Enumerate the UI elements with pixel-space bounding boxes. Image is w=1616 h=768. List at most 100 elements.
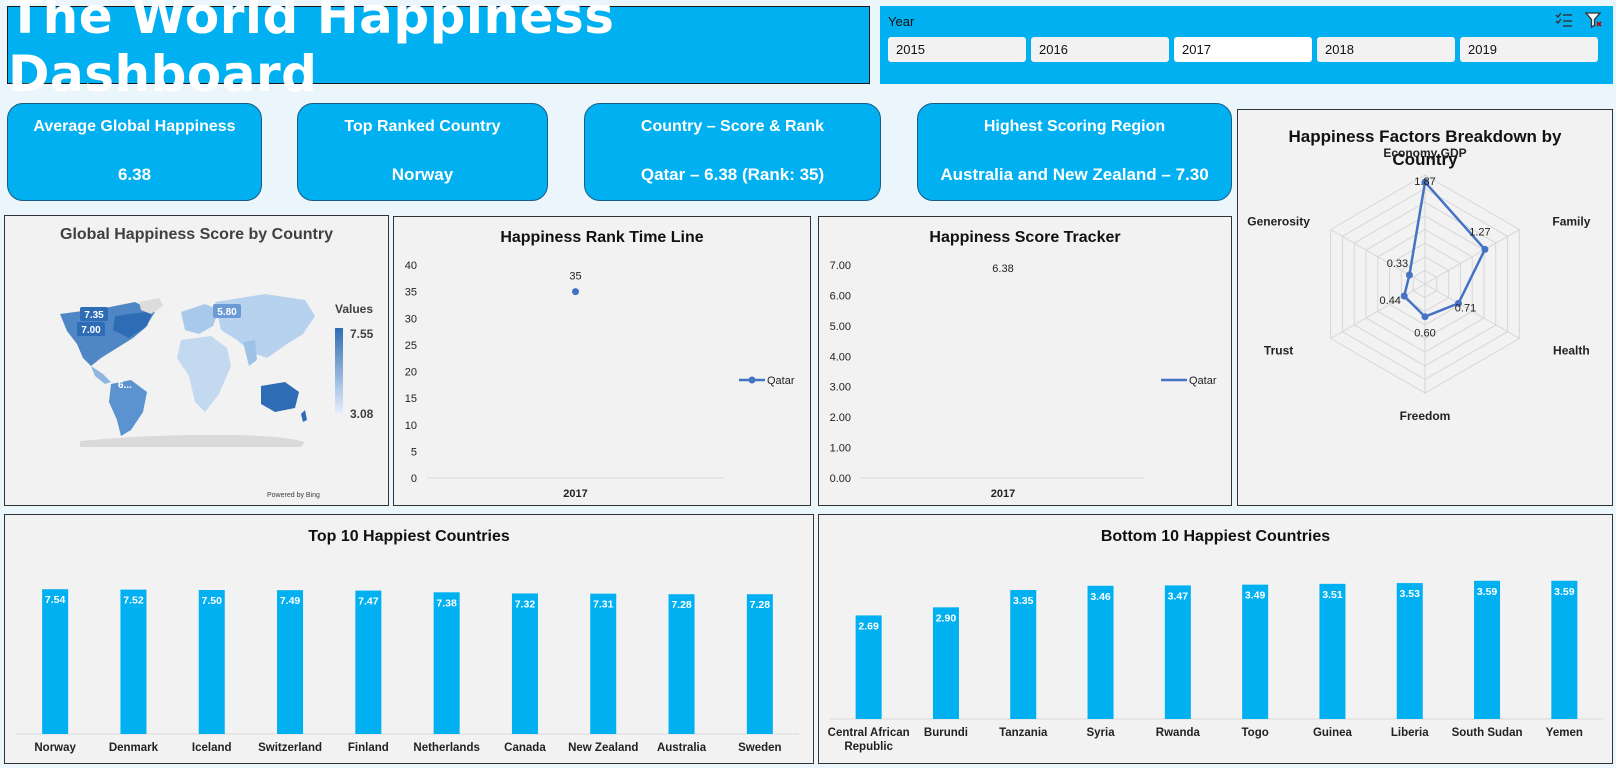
y-tick-label: 2.00 bbox=[830, 412, 851, 424]
bottom10-chart: 2.69 Central African Republic 2.90 Burundi 3.… bbox=[828, 580, 1603, 753]
bar-value-label: 7.31 bbox=[593, 599, 614, 611]
y-tick-label: 7.00 bbox=[830, 260, 851, 272]
y-tick-label: 15 bbox=[405, 393, 417, 405]
radar-point bbox=[1421, 313, 1429, 321]
x-category-label: Sweden bbox=[738, 742, 781, 754]
radar-axis-label: Health bbox=[1553, 344, 1590, 358]
data-point bbox=[572, 288, 579, 296]
slicer-item-2018[interactable]: 2018 bbox=[1317, 37, 1455, 62]
radar-data-label: 0.71 bbox=[1455, 302, 1476, 314]
x-category-label: Finland bbox=[348, 742, 389, 754]
radar-panel: Happiness Factors Breakdown by Country E… bbox=[1237, 109, 1613, 506]
bar bbox=[1087, 585, 1114, 719]
radar-data-label: 0.44 bbox=[1380, 295, 1401, 307]
bar bbox=[1242, 584, 1269, 719]
kpi-label: Highest Scoring Region bbox=[983, 118, 1166, 135]
bar-value-label: 7.38 bbox=[436, 597, 457, 609]
kpi-label: Average Global Happiness bbox=[33, 118, 236, 135]
legend-label: Qatar bbox=[1189, 375, 1217, 387]
map-label: 5.80 bbox=[217, 307, 237, 318]
x-category-label: Liberia bbox=[1391, 727, 1429, 739]
kpi-value: Qatar – 6.38 (Rank: 35) bbox=[640, 165, 825, 184]
y-tick-label: 5.00 bbox=[830, 321, 851, 333]
bar bbox=[277, 590, 304, 734]
radar-data-label: 1.87 bbox=[1414, 176, 1435, 188]
bar bbox=[1010, 590, 1037, 719]
x-category-label: Denmark bbox=[109, 742, 159, 754]
y-tick-label: 20 bbox=[405, 367, 417, 379]
x-category-label: Republic bbox=[844, 741, 893, 753]
slicer-item-2015[interactable]: 2015 bbox=[888, 37, 1026, 62]
radar-axis-label: Economy GDP bbox=[1383, 146, 1466, 160]
x-category-label: Norway bbox=[34, 742, 76, 754]
bar bbox=[1396, 583, 1423, 719]
bar bbox=[746, 594, 773, 734]
data-label: 35 bbox=[569, 271, 581, 283]
x-category-label: Togo bbox=[1242, 727, 1269, 739]
bottom10-panel: Bottom 10 Happiest Countries 2.69 Central… bbox=[818, 514, 1613, 764]
radar-chart: Economy GDP Family Health Freedom Trust Gener… bbox=[1247, 146, 1590, 423]
kpi-highest-region: Highest Scoring Region Australia and New… bbox=[917, 103, 1232, 201]
kpi-value: Norway bbox=[391, 165, 454, 184]
bar-value-label: 3.47 bbox=[1168, 590, 1189, 602]
y-tick-label: 5 bbox=[411, 446, 417, 458]
legend-marker bbox=[748, 376, 756, 384]
x-category-label: Canada bbox=[504, 742, 546, 754]
slicer-item-2017[interactable]: 2017 bbox=[1174, 37, 1312, 62]
dashboard-title-box: The World Happiness Dashboard bbox=[7, 0, 870, 103]
radar-point bbox=[1405, 271, 1413, 279]
map-label: 7.35 bbox=[84, 310, 104, 321]
x-tick-label: 2017 bbox=[991, 488, 1015, 500]
world-map[interactable]: 7.35 7.00 5.80 6... Values 7.55 3.08 Pow… bbox=[5, 216, 390, 507]
bar-value-label: 3.53 bbox=[1400, 588, 1421, 600]
bar-value-label: 7.52 bbox=[123, 595, 144, 607]
y-tick-label: 40 bbox=[405, 260, 417, 272]
bar-value-label: 7.49 bbox=[280, 595, 301, 607]
bar-value-label: 7.32 bbox=[515, 598, 536, 610]
y-tick-label: 1.00 bbox=[830, 443, 851, 455]
legend-label: Qatar bbox=[767, 375, 795, 387]
kpi-label: Top Ranked Country bbox=[344, 118, 501, 135]
bar bbox=[1164, 585, 1191, 719]
slicer-item-2019[interactable]: 2019 bbox=[1460, 37, 1598, 62]
x-category-label: Central African bbox=[828, 727, 910, 739]
bar bbox=[355, 590, 382, 734]
bar-value-label: 2.90 bbox=[936, 612, 957, 624]
map-legend-min: 3.08 bbox=[350, 407, 374, 421]
map-credit: Powered by Bing bbox=[267, 492, 320, 499]
y-tick-label: 35 bbox=[405, 287, 417, 299]
x-category-label: Netherlands bbox=[413, 742, 479, 754]
radar-data-label: 1.27 bbox=[1469, 226, 1490, 238]
y-tick-label: 30 bbox=[405, 313, 417, 325]
map-legend-scale bbox=[335, 328, 343, 414]
map-legend-title: Values bbox=[335, 302, 373, 316]
clear-filter-icon[interactable] bbox=[1584, 12, 1603, 33]
map-label: 6... bbox=[118, 380, 132, 391]
radar-axis-label: Generosity bbox=[1247, 215, 1310, 229]
bar-value-label: 3.59 bbox=[1477, 586, 1498, 598]
bar-value-label: 3.35 bbox=[1013, 595, 1034, 607]
slicer-item-2016[interactable]: 2016 bbox=[1031, 37, 1169, 62]
x-category-label: Australia bbox=[657, 742, 707, 754]
rank-timeline-panel: Happiness Rank Time Line 0 5 10 15 20 25 30 35 4… bbox=[393, 216, 811, 506]
y-tick-label: 6.00 bbox=[830, 290, 851, 302]
bar bbox=[511, 593, 538, 734]
radar-axis-label: Family bbox=[1552, 215, 1590, 229]
bar-value-label: 2.69 bbox=[858, 620, 879, 632]
radar-point bbox=[1400, 292, 1408, 300]
kpi-country-score-rank: Country – Score & Rank Qatar – 6.38 (Ran… bbox=[584, 103, 881, 201]
bar bbox=[120, 589, 147, 734]
radar-point bbox=[1481, 245, 1489, 253]
map-panel: Global Happiness Score by Country 7.35 7… bbox=[4, 215, 389, 506]
bar-value-label: 3.51 bbox=[1322, 589, 1343, 601]
x-category-label: Yemen bbox=[1546, 727, 1583, 739]
x-category-label: Iceland bbox=[192, 742, 232, 754]
radar-data-label: 0.60 bbox=[1414, 328, 1435, 340]
x-category-label: Rwanda bbox=[1156, 727, 1201, 739]
multi-select-icon[interactable] bbox=[1555, 12, 1573, 33]
top10-panel: Top 10 Happiest Countries 7.54 Norway 7.52… bbox=[4, 514, 814, 764]
bar-value-label: 7.28 bbox=[750, 599, 771, 611]
dashboard-title: The World Happiness Dashboard bbox=[8, 0, 615, 103]
y-tick-label: 4.00 bbox=[830, 351, 851, 363]
bar-value-label: 3.46 bbox=[1090, 591, 1111, 603]
